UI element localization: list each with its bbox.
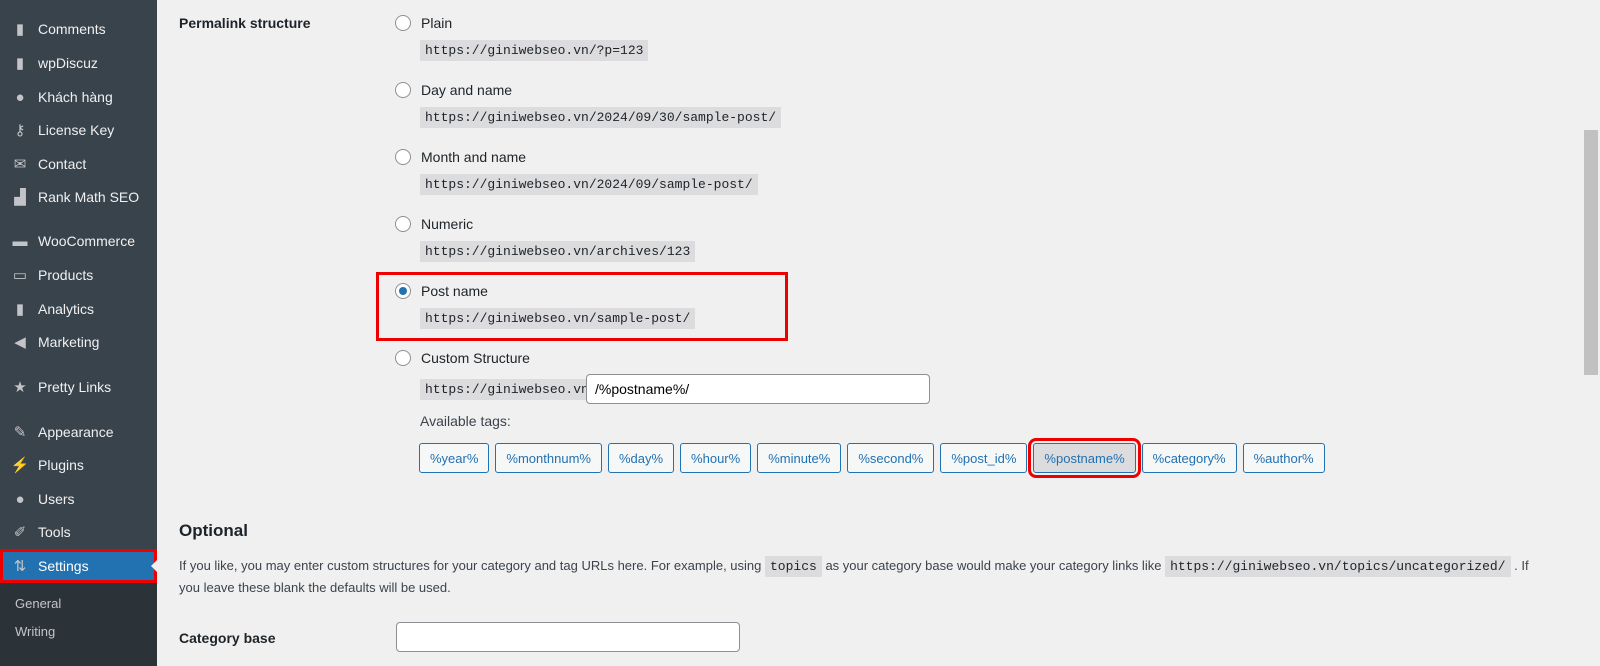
desc-text: If you like, you may enter custom struct…	[179, 558, 762, 573]
sidebar-item-label: Khách hàng	[38, 89, 113, 105]
sidebar-item-plugins[interactable]: ⚡ Plugins	[0, 448, 157, 482]
radio-button[interactable]	[395, 149, 411, 165]
option-label: Month and name	[421, 149, 527, 165]
sidebar-item-wpdiscuz[interactable]: ▮ wpDiscuz	[0, 46, 157, 80]
radio-button[interactable]	[395, 350, 411, 366]
woo-icon: ▬	[12, 232, 28, 250]
permalink-example-url: https://giniwebseo.vn/?p=123	[420, 40, 649, 61]
brush-icon: ✎	[13, 424, 27, 441]
star-icon: ★	[13, 379, 27, 396]
sidebar-item-products[interactable]: ▭ Products	[0, 258, 157, 292]
submenu-general[interactable]: General	[15, 596, 61, 611]
sidebar-item-rank-math-seo[interactable]: ▟ Rank Math SEO	[0, 180, 157, 214]
permalink-example-url: https://giniwebseo.vn/2024/09/sample-pos…	[420, 174, 758, 195]
bar-chart-icon: ▮	[15, 301, 25, 318]
available-tags-label: Available tags:	[420, 413, 511, 429]
optional-heading: Optional	[179, 521, 248, 540]
sidebar-item-comments[interactable]: ▮ Comments	[0, 12, 157, 46]
permalink-option[interactable]: Day and name	[395, 82, 512, 98]
permalink-option[interactable]: Custom Structure	[395, 350, 530, 366]
option-label: Day and name	[421, 82, 513, 98]
user-icon: ●	[15, 490, 25, 508]
megaphone-icon: ◀	[14, 334, 26, 351]
sidebar-item-label: Marketing	[38, 334, 100, 350]
sidebar-item-label: Users	[38, 491, 75, 507]
wrench-icon: ✐	[13, 524, 27, 541]
permalink-structure-label: Permalink structure	[179, 15, 311, 31]
sidebar-item-analytics[interactable]: ▮ Analytics	[0, 292, 157, 326]
tag-button[interactable]: %minute%	[757, 443, 842, 473]
code-sample: https://giniwebseo.vn/topics/uncategoriz…	[1165, 556, 1511, 577]
archive-icon: ▭	[12, 267, 28, 284]
sidebar-item-label: Comments	[38, 21, 106, 37]
permalink-option[interactable]: Plain	[395, 15, 452, 31]
sidebar-item-users[interactable]: ● Users	[0, 482, 157, 516]
sidebar-item-label: License Key	[38, 122, 115, 138]
sidebar-item-khách-hàng[interactable]: ● Khách hàng	[0, 80, 157, 114]
optional-description: If you like, you may enter custom struct…	[179, 555, 1549, 598]
option-label: Custom Structure	[421, 350, 530, 366]
sidebar-item-license-key[interactable]: ⚷ License Key	[0, 113, 157, 147]
radio-button[interactable]	[395, 216, 411, 232]
tag-button[interactable]: %author%	[1242, 443, 1325, 473]
sidebar-item-label: wpDiscuz	[38, 55, 98, 71]
tag-button[interactable]: %postname%	[1028, 438, 1141, 478]
user-icon: ●	[15, 88, 25, 106]
comment-icon: ▮	[15, 55, 25, 72]
rank-math-icon: ▟	[14, 189, 26, 206]
custom-structure-input[interactable]	[586, 374, 930, 404]
sidebar-item-label: Products	[38, 267, 94, 283]
sidebar-item-label: Pretty Links	[38, 379, 112, 395]
tag-button[interactable]: %monthnum%	[495, 443, 602, 473]
radio-button[interactable]	[395, 82, 411, 98]
category-base-input[interactable]	[396, 622, 740, 652]
permalink-example-url: https://giniwebseo.vn/2024/09/30/sample-…	[420, 107, 782, 128]
highlight-box	[376, 272, 788, 341]
key-icon: ⚷	[14, 122, 26, 139]
code-sample: topics	[765, 556, 822, 577]
tag-button[interactable]: %hour%	[680, 443, 752, 473]
radio-button[interactable]	[395, 15, 411, 31]
permalink-option[interactable]: Month and name	[395, 149, 526, 165]
scrollbar[interactable]	[1582, 0, 1600, 666]
permalink-option[interactable]: Numeric	[395, 216, 473, 232]
scrollbar-thumb[interactable]	[1584, 130, 1598, 375]
settings-submenu: General Writing	[0, 583, 157, 666]
tag-button[interactable]: %post_id%	[940, 443, 1028, 473]
desc-text: as your category base would make your ca…	[825, 558, 1162, 573]
sidebar-item-pretty-links[interactable]: ★ Pretty Links	[0, 370, 157, 404]
sidebar-item-label: Analytics	[38, 301, 95, 317]
sidebar-item-label: Rank Math SEO	[38, 189, 140, 205]
sidebar-item-label: Plugins	[38, 457, 84, 473]
sidebar-item-contact[interactable]: ✉ Contact	[0, 147, 157, 181]
tag-button[interactable]: %year%	[419, 443, 490, 473]
option-label: Plain	[421, 15, 453, 31]
main-content: Permalink structure Plain https://giniweb…	[157, 0, 1600, 666]
sidebar-item-label: Settings	[38, 558, 89, 574]
tag-button[interactable]: %second%	[847, 443, 935, 473]
sidebar-item-settings[interactable]: ⇅ Settings	[0, 549, 157, 583]
mail-icon: ✉	[13, 156, 27, 173]
permalink-example-url: https://giniwebseo.vn	[420, 379, 594, 400]
tag-buttons: %year% %monthnum% %day% %hour% %minute% %seco…	[419, 438, 1325, 478]
settings-icon: ⇅	[13, 558, 27, 575]
permalink-example-url: https://giniwebseo.vn/archives/123	[420, 241, 696, 262]
sidebar-item-tools[interactable]: ✐ Tools	[0, 515, 157, 549]
sidebar-item-label: Appearance	[38, 424, 114, 440]
admin-sidebar: ▮ Comments ▮ wpDiscuz ● Khách hàng ⚷ License Ke…	[0, 0, 157, 666]
option-label: Numeric	[421, 216, 474, 232]
plug-icon: ⚡	[10, 457, 30, 474]
sidebar-item-woocommerce[interactable]: ▬ WooCommerce	[0, 224, 157, 258]
sidebar-item-label: WooCommerce	[38, 233, 135, 249]
sidebar-item-label: Contact	[38, 156, 87, 172]
sidebar-item-label: Tools	[38, 524, 71, 540]
tag-button[interactable]: %day%	[607, 443, 675, 473]
tag-button[interactable]: %category%	[1141, 443, 1237, 473]
category-base-label: Category base	[179, 630, 276, 646]
sidebar-item-appearance[interactable]: ✎ Appearance	[0, 415, 157, 449]
submenu-writing[interactable]: Writing	[15, 624, 55, 639]
sidebar-item-marketing[interactable]: ◀ Marketing	[0, 325, 157, 359]
comment-icon: ▮	[15, 21, 25, 38]
